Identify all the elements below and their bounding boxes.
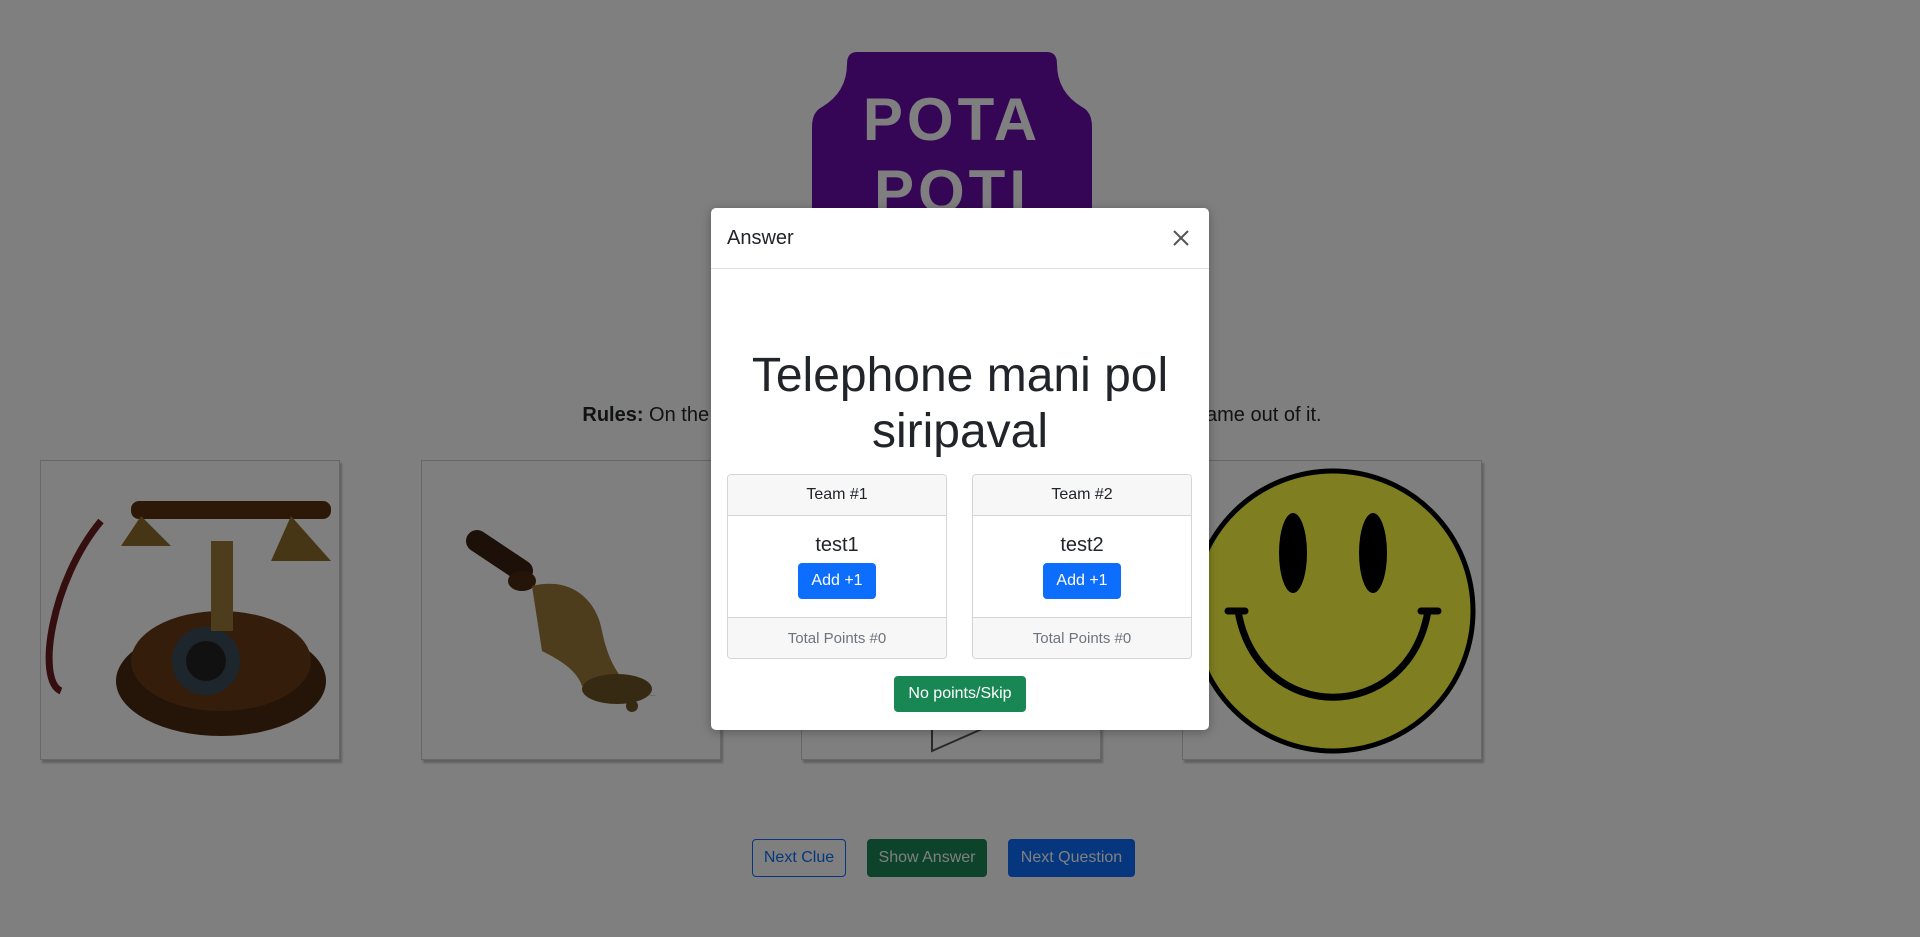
close-icon[interactable] <box>1169 226 1193 250</box>
quiz-page: POTA POTI Rules: On the screen you will … <box>0 0 1920 937</box>
team-name: test1 <box>815 534 859 556</box>
modal-header: Answer <box>711 208 1209 269</box>
answer-text: Telephone mani pol siripaval <box>751 349 1169 458</box>
team-name: test2 <box>1060 534 1104 556</box>
answer-modal: Answer Telephone mani pol siripaval Team… <box>711 208 1209 730</box>
team-card-2: Team #2 test2 Add +1 Total Points #0 <box>972 474 1192 659</box>
team-body: test2 Add +1 <box>973 516 1191 617</box>
team-total-points: Total Points #0 <box>973 617 1191 658</box>
team-card-1: Team #1 test1 Add +1 Total Points #0 <box>727 474 947 659</box>
team-body: test1 Add +1 <box>728 516 946 617</box>
add-point-button[interactable]: Add +1 <box>1043 563 1121 599</box>
team-total-points: Total Points #0 <box>728 617 946 658</box>
add-point-button[interactable]: Add +1 <box>798 563 876 599</box>
team-header: Team #2 <box>973 475 1191 516</box>
skip-button[interactable]: No points/Skip <box>894 676 1026 712</box>
modal-title: Answer <box>727 226 794 249</box>
team-header: Team #1 <box>728 475 946 516</box>
